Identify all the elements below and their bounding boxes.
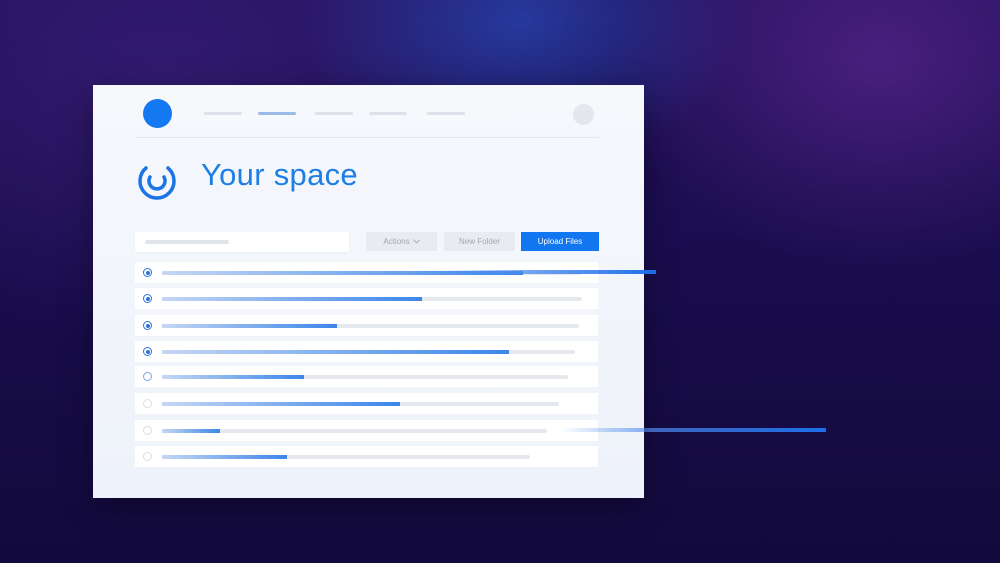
- file-row[interactable]: [135, 446, 598, 467]
- actions-dropdown-button[interactable]: Actions: [366, 232, 437, 251]
- nav-item-2[interactable]: [258, 112, 296, 115]
- row-select-radio[interactable]: [143, 399, 152, 408]
- new-folder-label: New Folder: [459, 237, 500, 246]
- row-progress-fill: [162, 350, 509, 354]
- upload-files-button[interactable]: Upload Files: [521, 232, 599, 251]
- nav-item-3[interactable]: [315, 112, 353, 115]
- file-row[interactable]: [135, 315, 598, 336]
- file-row[interactable]: [135, 420, 598, 441]
- nav-item-5[interactable]: [427, 112, 465, 115]
- nav-item-4[interactable]: [369, 112, 407, 115]
- row-progress-fill: [162, 297, 422, 301]
- new-folder-button[interactable]: New Folder: [444, 232, 515, 251]
- file-row[interactable]: [135, 341, 598, 362]
- file-row[interactable]: [135, 393, 598, 414]
- logo-icon[interactable]: [143, 99, 172, 128]
- row-select-radio[interactable]: [143, 321, 152, 330]
- file-manager-window: Your space Actions New Folder Upload Fil…: [93, 85, 644, 498]
- row-progress-fill: [162, 375, 304, 379]
- row-select-radio[interactable]: [143, 372, 152, 381]
- file-row[interactable]: [135, 366, 598, 387]
- row-select-radio[interactable]: [143, 452, 152, 461]
- header-divider: [135, 137, 599, 138]
- page-title: Your space: [201, 157, 358, 192]
- row-progress-fill: [162, 455, 287, 459]
- upload-files-label: Upload Files: [537, 237, 583, 246]
- row-select-radio[interactable]: [143, 347, 152, 356]
- upload-streak-1: [440, 270, 656, 274]
- avatar[interactable]: [573, 104, 594, 125]
- row-progress-fill: [162, 324, 337, 328]
- row-progress-fill: [162, 429, 220, 433]
- row-select-radio[interactable]: [143, 294, 152, 303]
- upload-streak-2: [560, 428, 826, 432]
- file-row[interactable]: [135, 288, 598, 309]
- space-ring-icon: [138, 166, 176, 200]
- search-placeholder-bar: [145, 240, 229, 244]
- actions-label: Actions: [383, 237, 410, 246]
- row-select-radio[interactable]: [143, 268, 152, 277]
- row-select-radio[interactable]: [143, 426, 152, 435]
- chevron-down-icon: [412, 239, 420, 244]
- row-progress-fill: [162, 402, 400, 406]
- nav-item-1[interactable]: [204, 112, 242, 115]
